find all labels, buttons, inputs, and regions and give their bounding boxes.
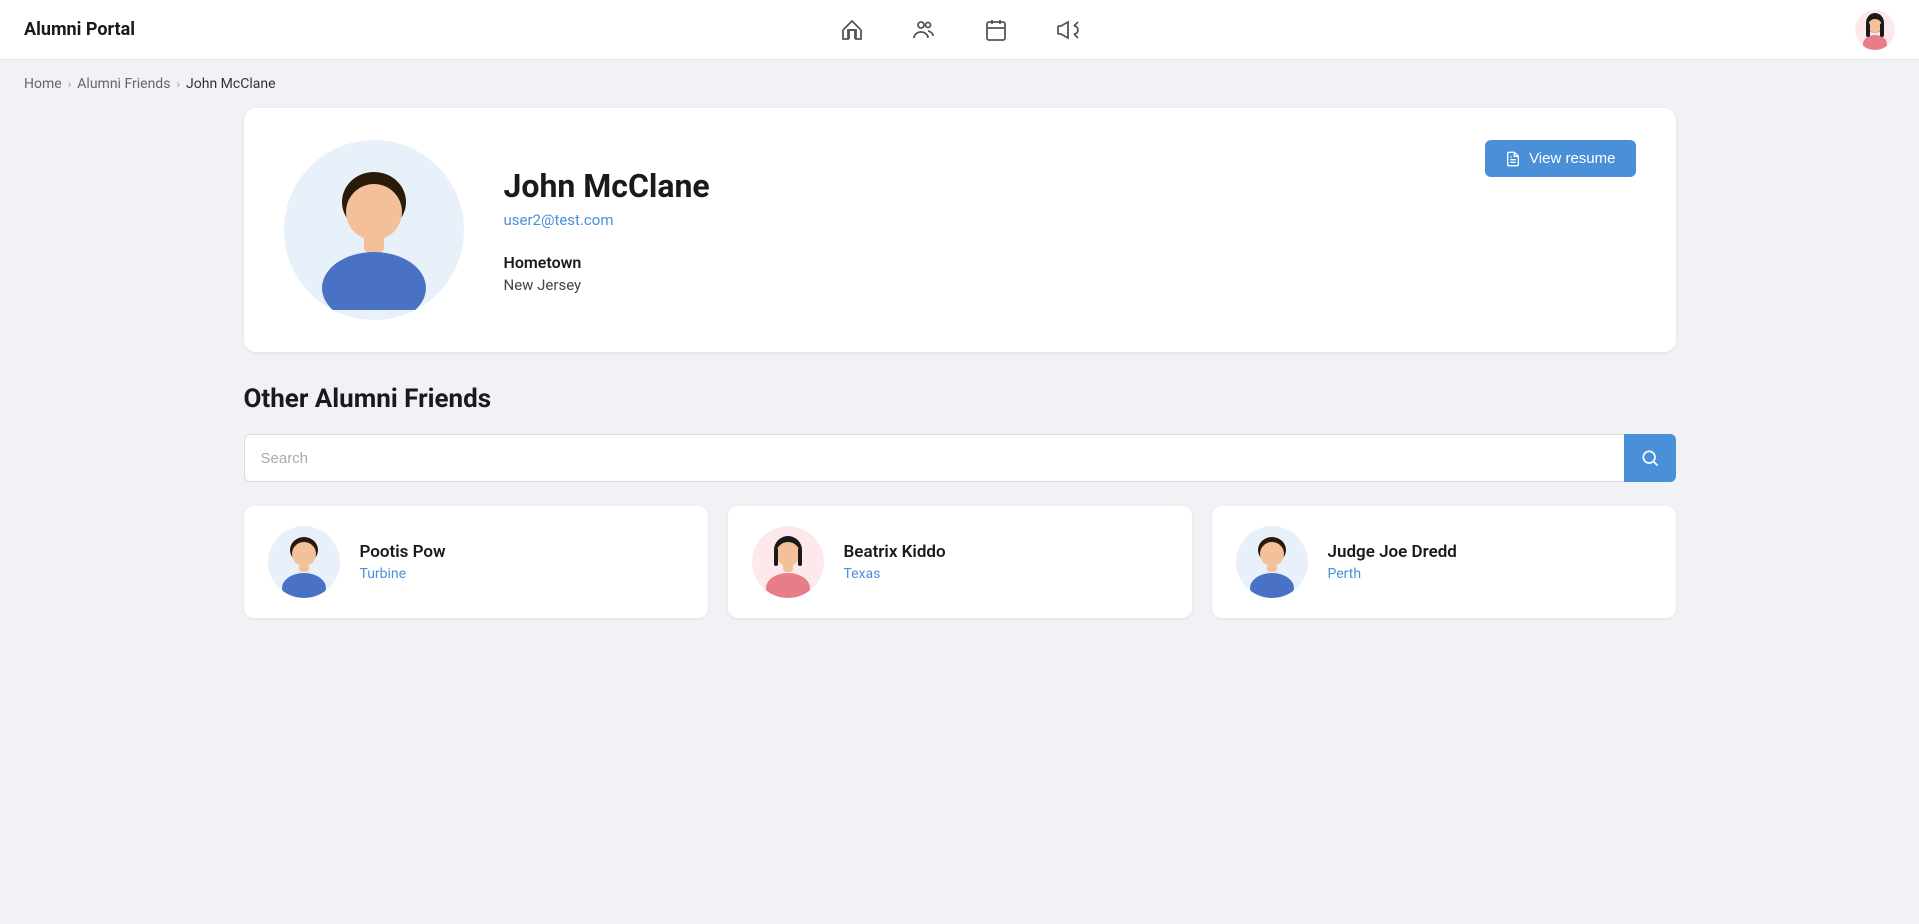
alumni-info-2: Judge Joe Dredd Perth	[1328, 542, 1457, 582]
main-nav	[840, 18, 1080, 42]
user-avatar-header[interactable]	[1855, 10, 1895, 50]
megaphone-nav-icon[interactable]	[1056, 18, 1080, 42]
search-button[interactable]	[1624, 434, 1676, 482]
profile-name: John McClane	[504, 167, 1636, 205]
alumni-name-2: Judge Joe Dredd	[1328, 542, 1457, 562]
alumni-info-1: Beatrix Kiddo Texas	[844, 542, 946, 582]
main-content: John McClane user2@test.com Hometown New…	[220, 108, 1700, 642]
other-alumni-title: Other Alumni Friends	[244, 384, 1676, 414]
breadcrumb-alumni-friends[interactable]: Alumni Friends	[77, 76, 170, 92]
alumni-avatar-2	[1236, 526, 1308, 598]
alumni-location-2: Perth	[1328, 566, 1457, 582]
alumni-info-0: Pootis Pow Turbine	[360, 542, 446, 582]
breadcrumb-sep-2: ›	[176, 77, 180, 91]
alumni-grid: Pootis Pow Turbine Beatrix Kiddo Texas	[244, 506, 1676, 618]
user-avatar-icon[interactable]	[1855, 10, 1895, 50]
alumni-nav-icon[interactable]	[912, 18, 936, 42]
breadcrumb: Home › Alumni Friends › John McClane	[0, 60, 1919, 108]
list-item[interactable]: Pootis Pow Turbine	[244, 506, 708, 618]
breadcrumb-current: John McClane	[186, 76, 275, 92]
breadcrumb-home[interactable]: Home	[24, 76, 62, 92]
alumni-avatar-0	[268, 526, 340, 598]
calendar-nav-icon[interactable]	[984, 18, 1008, 42]
breadcrumb-sep-1: ›	[68, 77, 72, 91]
profile-hometown-value: New Jersey	[504, 276, 1636, 294]
profile-card: John McClane user2@test.com Hometown New…	[244, 108, 1676, 352]
list-item[interactable]: Judge Joe Dredd Perth	[1212, 506, 1676, 618]
search-bar	[244, 434, 1676, 482]
profile-info: John McClane user2@test.com Hometown New…	[504, 167, 1636, 294]
alumni-location-0: Turbine	[360, 566, 446, 582]
alumni-name-0: Pootis Pow	[360, 542, 446, 562]
alumni-name-1: Beatrix Kiddo	[844, 542, 946, 562]
alumni-location-1: Texas	[844, 566, 946, 582]
list-item[interactable]: Beatrix Kiddo Texas	[728, 506, 1192, 618]
profile-email[interactable]: user2@test.com	[504, 211, 1636, 229]
alumni-avatar-1	[752, 526, 824, 598]
header: Alumni Portal	[0, 0, 1919, 60]
search-input[interactable]	[244, 434, 1624, 482]
profile-hometown-label: Hometown	[504, 253, 1636, 272]
home-nav-icon[interactable]	[840, 18, 864, 42]
profile-avatar	[284, 140, 464, 320]
app-title: Alumni Portal	[24, 19, 135, 40]
view-resume-button[interactable]: View resume	[1485, 140, 1635, 177]
view-resume-label: View resume	[1529, 150, 1615, 167]
